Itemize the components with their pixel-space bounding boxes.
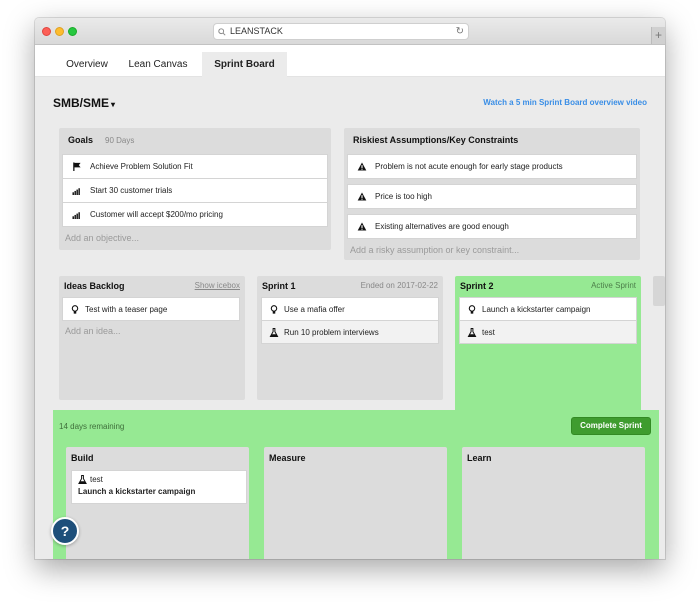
tab-lean-canvas[interactable]: Lean Canvas <box>123 52 193 77</box>
ideas-backlog-panel: Ideas Backlog Show icebox Test with a te… <box>59 276 245 400</box>
add-objective-link[interactable]: Add an objective... <box>65 233 139 243</box>
goal-item[interactable]: Start 30 customer trials <box>62 178 328 203</box>
close-window-button[interactable] <box>42 27 51 36</box>
sprint-2-item[interactable]: test <box>459 320 637 344</box>
build-column-title: Build <box>71 453 94 463</box>
sprint-1-panel: Sprint 1 Ended on 2017-02-22 Use a mafia… <box>257 276 443 400</box>
sprint-2-status: Active Sprint <box>591 281 636 290</box>
tab-overview[interactable]: Overview <box>54 52 120 77</box>
address-bar[interactable]: LEANSTACK ↻ <box>213 23 469 40</box>
org-selector[interactable]: SMB/SME ▾ <box>53 96 115 110</box>
idea-item[interactable]: Test with a teaser page <box>62 297 240 321</box>
minimize-window-button[interactable] <box>55 27 64 36</box>
sprint-1-item[interactable]: Use a mafia offer <box>261 297 439 321</box>
build-card-header: test <box>78 474 246 486</box>
goals-title: Goals <box>68 135 94 145</box>
browser-titlebar: LEANSTACK ↻ + <box>35 18 665 45</box>
flask-icon <box>78 475 87 484</box>
risk-label: Existing alternatives are good enough <box>375 222 509 231</box>
learn-column: Learn <box>462 447 645 559</box>
flask-icon <box>269 328 279 337</box>
goal-label: Start 30 customer trials <box>90 186 173 195</box>
build-card-title: test <box>90 475 103 484</box>
goals-subtitle: 90 Days <box>105 136 135 145</box>
sprint-2-panel: Sprint 2 Active Sprint Launch a kickstar… <box>455 276 641 416</box>
measure-column: Measure <box>264 447 447 559</box>
browser-window: LEANSTACK ↻ + Overview Lean Canvas Sprin… <box>35 18 665 559</box>
sprint-2-title: Sprint 2 <box>460 281 494 291</box>
warning-icon <box>357 222 367 231</box>
complete-sprint-button[interactable]: Complete Sprint <box>571 417 651 435</box>
flag-icon <box>73 162 81 171</box>
add-idea-link[interactable]: Add an idea... <box>65 326 121 336</box>
sprint-1-title: Sprint 1 <box>262 281 296 291</box>
org-title: SMB/SME <box>53 96 110 110</box>
ideas-title: Ideas Backlog <box>64 281 125 291</box>
goal-item[interactable]: Customer will accept $200/mo pricing <box>62 202 328 227</box>
days-remaining: 14 days remaining <box>59 422 125 431</box>
sprint-2-item-label: Launch a kickstarter campaign <box>482 305 591 314</box>
build-card-subtitle: Launch a kickstarter campaign <box>78 487 196 496</box>
build-card[interactable]: test Launch a kickstarter campaign <box>71 470 247 504</box>
warning-icon <box>357 192 367 201</box>
risk-item[interactable]: Price is too high <box>347 184 637 209</box>
reload-icon[interactable]: ↻ <box>456 26 464 38</box>
lightbulb-icon <box>468 305 476 314</box>
goals-panel: Goals 90 Days Achieve Problem Solution F… <box>59 128 331 250</box>
signal-bars-icon <box>72 212 80 219</box>
idea-label: Test with a teaser page <box>85 305 168 314</box>
chevron-down-icon: ▾ <box>111 100 116 109</box>
build-column: Build test Launch a kickstarter campaign <box>66 447 249 559</box>
sprint-1-item-label: Run 10 problem interviews <box>284 328 379 337</box>
sprint-1-item[interactable]: Run 10 problem interviews <box>261 320 439 344</box>
risk-item[interactable]: Problem is not acute enough for early st… <box>347 154 637 179</box>
goal-label: Customer will accept $200/mo pricing <box>90 210 223 219</box>
risks-panel: Riskiest Assumptions/Key Constraints Pro… <box>344 128 640 260</box>
new-tab-button[interactable]: + <box>651 27 665 44</box>
app-tab-bar: Overview Lean Canvas Sprint Board <box>35 45 665 77</box>
goal-item[interactable]: Achieve Problem Solution Fit <box>62 154 328 179</box>
next-sprint-peek[interactable] <box>653 276 665 306</box>
active-sprint-board: 14 days remaining Build test Launch a ki… <box>53 410 659 559</box>
warning-icon <box>357 162 367 171</box>
sprint-1-status: Ended on 2017-02-22 <box>360 281 438 290</box>
flask-icon <box>467 328 477 337</box>
lightbulb-icon <box>270 305 278 314</box>
show-icebox-link[interactable]: Show icebox <box>195 281 240 290</box>
measure-column-title: Measure <box>269 453 306 463</box>
lightbulb-icon <box>71 305 79 314</box>
risks-title: Riskiest Assumptions/Key Constraints <box>353 135 519 145</box>
learn-column-title: Learn <box>467 453 492 463</box>
sprint-2-item-label: test <box>482 328 495 337</box>
goal-label: Achieve Problem Solution Fit <box>90 162 193 171</box>
sprint-2-item[interactable]: Launch a kickstarter campaign <box>459 297 637 321</box>
risk-label: Price is too high <box>375 192 432 201</box>
tab-sprint-board[interactable]: Sprint Board <box>202 52 287 77</box>
risk-label: Problem is not acute enough for early st… <box>375 162 563 171</box>
zoom-window-button[interactable] <box>68 27 77 36</box>
help-button[interactable]: ? <box>51 517 79 545</box>
search-icon <box>218 28 226 36</box>
sprint-1-item-label: Use a mafia offer <box>284 305 345 314</box>
address-text: LEANSTACK <box>230 26 283 36</box>
add-risk-link[interactable]: Add a risky assumption or key constraint… <box>350 245 519 255</box>
risk-item[interactable]: Existing alternatives are good enough <box>347 214 637 239</box>
signal-bars-icon <box>72 188 80 195</box>
overview-video-link[interactable]: Watch a 5 min Sprint Board overview vide… <box>483 98 647 107</box>
